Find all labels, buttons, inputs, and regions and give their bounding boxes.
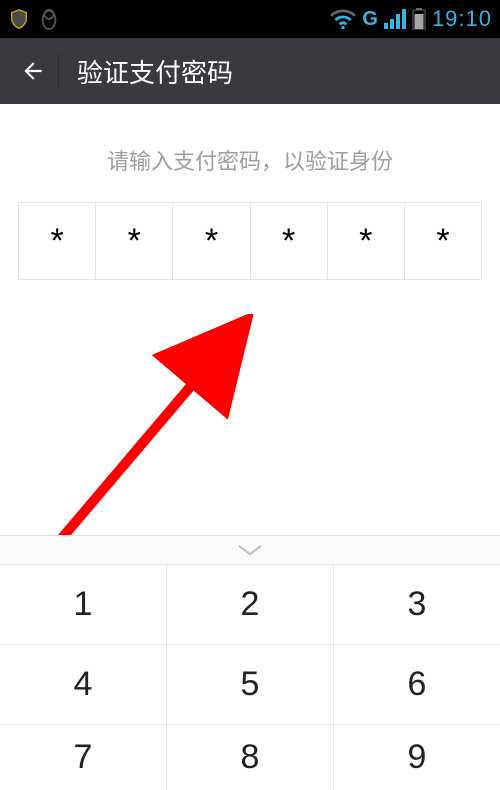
pin-cell-3: * (173, 203, 250, 279)
back-button[interactable] (10, 48, 56, 94)
app-header: 验证支付密码 (0, 38, 500, 104)
wifi-icon (330, 9, 356, 29)
prompt-text: 请输入支付密码，以验证身份 (18, 144, 482, 176)
key-5[interactable]: 5 (167, 645, 334, 725)
main-content: 请输入支付密码，以验证身份 * * * * * * (0, 104, 500, 280)
pin-cell-4: * (251, 203, 328, 279)
keypad-panel: 1 2 3 4 5 6 7 8 9 (0, 535, 500, 790)
page-title: 验证支付密码 (77, 53, 233, 90)
network-type: G (362, 8, 378, 31)
keypad-collapse-handle[interactable] (0, 536, 500, 564)
signal-icon (384, 9, 406, 29)
key-3[interactable]: 3 (334, 565, 500, 645)
pin-cell-2: * (96, 203, 173, 279)
key-8[interactable]: 8 (167, 725, 334, 790)
key-6[interactable]: 6 (334, 645, 500, 725)
pin-cell-6: * (405, 203, 481, 279)
header-divider (58, 53, 59, 89)
pin-cell-5: * (328, 203, 405, 279)
battery-icon (412, 8, 426, 30)
shield-icon (8, 8, 30, 30)
pin-input[interactable]: * * * * * * (18, 202, 482, 280)
penguin-icon (38, 7, 60, 31)
clock: 19:10 (432, 6, 492, 32)
key-2[interactable]: 2 (167, 565, 334, 645)
pin-cell-1: * (19, 203, 96, 279)
key-1[interactable]: 1 (0, 565, 167, 645)
arrow-left-icon (20, 58, 46, 84)
key-4[interactable]: 4 (0, 645, 167, 725)
key-9[interactable]: 9 (334, 725, 500, 790)
status-bar: G 19:10 (0, 0, 500, 38)
numeric-keypad: 1 2 3 4 5 6 7 8 9 (0, 564, 500, 790)
key-7[interactable]: 7 (0, 725, 167, 790)
chevron-down-icon (235, 543, 265, 557)
